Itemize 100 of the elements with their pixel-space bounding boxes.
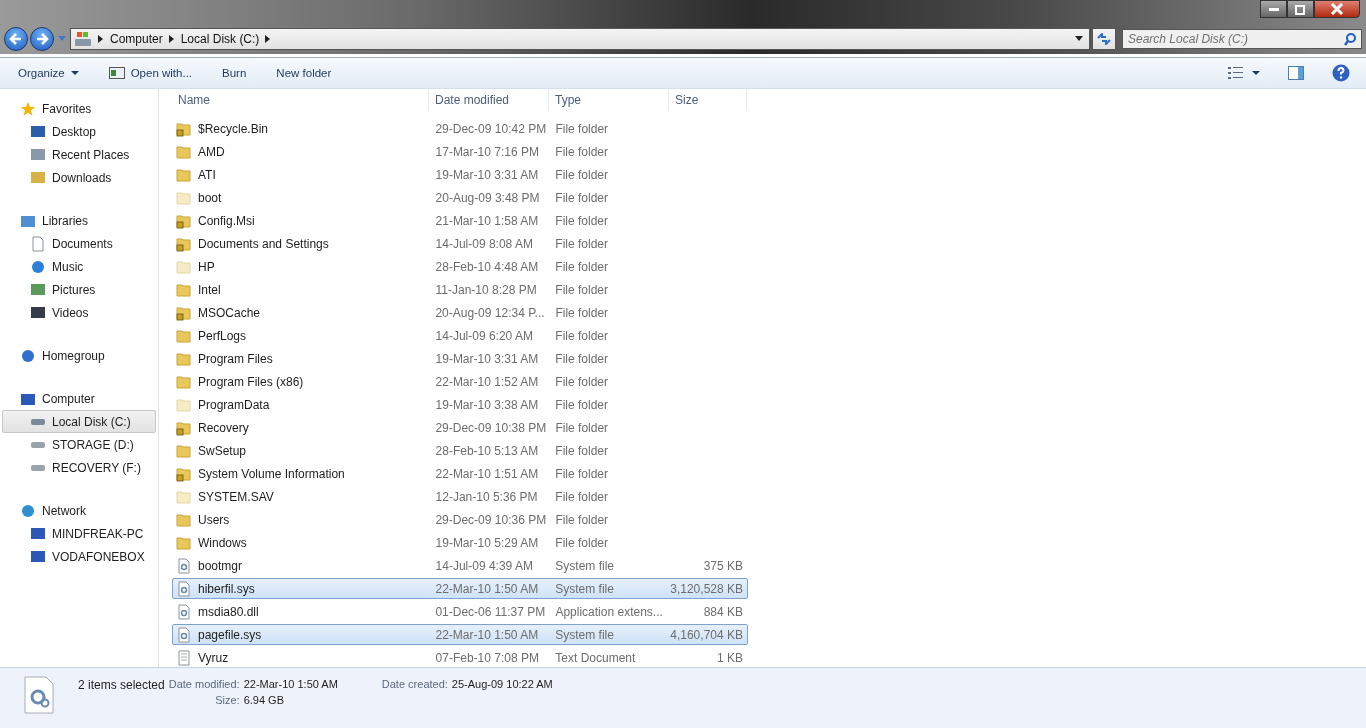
nav-item[interactable]: VODAFONEBOX: [0, 545, 158, 568]
size-cell: 375 KB: [703, 557, 743, 574]
drive-icon: [74, 31, 92, 47]
file-name: ATI: [198, 166, 216, 183]
toolbar-button[interactable]: Burn: [214, 63, 255, 83]
file-row[interactable]: hiberfil.sys 22-Mar-10 1:50 AM System file 3,120,528 KB: [172, 578, 748, 599]
nav-item[interactable]: Libraries: [0, 209, 158, 232]
file-row[interactable]: boot 20-Aug-09 3:48 PM File folder: [172, 187, 748, 208]
column-header[interactable]: Date modified: [429, 89, 549, 111]
type-cell-text: File folder: [554, 350, 609, 367]
file-row[interactable]: pagefile.sys 22-Mar-10 1:50 AM System file 4,160,704 KB: [172, 624, 748, 645]
file-row[interactable]: Program Files (x86) 22-Mar-10 1:52 AM File folder: [172, 371, 748, 392]
nav-item[interactable]: Videos: [0, 301, 158, 324]
file-row[interactable]: SwSetup 28-Feb-10 5:13 AM File folder: [172, 440, 748, 461]
dropdown-caret-icon[interactable]: [1075, 36, 1083, 42]
date-cell-text: 22-Mar-10 1:52 AM: [434, 373, 540, 390]
toolbar-button[interactable]: Open with...: [100, 63, 201, 83]
nav-item[interactable]: STORAGE (D:): [0, 433, 158, 456]
nav-item[interactable]: Pictures: [0, 278, 158, 301]
breadcrumb[interactable]: Local Disk (C:): [180, 32, 260, 46]
file-name: SwSetup: [198, 442, 247, 459]
file-row[interactable]: bootmgr 14-Jul-09 4:39 AM System file 375 KB: [172, 555, 748, 576]
folder-icon: [176, 304, 192, 321]
nav-item[interactable]: MINDFREAK-PC: [0, 522, 158, 545]
close-icon: [1330, 3, 1344, 15]
nav-item[interactable]: RECOVERY (F:): [0, 456, 158, 479]
nav-icon: [30, 548, 46, 565]
nav-item[interactable]: Computer: [0, 387, 158, 410]
folder-icon: [176, 396, 192, 413]
nav-item[interactable]: Recent Places: [0, 143, 158, 166]
restore-button[interactable]: [1287, 0, 1314, 18]
close-button[interactable]: [1314, 0, 1360, 18]
type-cell-text: File folder: [554, 488, 609, 505]
file-row[interactable]: ATI 19-Mar-10 3:31 AM File folder: [172, 164, 748, 185]
file-row[interactable]: Vyruz 07-Feb-10 7:08 PM Text Document 1 KB: [172, 647, 748, 668]
gear-file-icon: [176, 580, 192, 597]
nav-item[interactable]: Documents: [0, 232, 158, 255]
nav-item[interactable]: Downloads: [0, 166, 158, 189]
type-cell-text: File folder: [554, 189, 609, 206]
file-row[interactable]: HP 28-Feb-10 4:48 AM File folder: [172, 256, 748, 277]
nav-item[interactable]: Desktop: [0, 120, 158, 143]
column-header[interactable]: Name: [172, 89, 429, 111]
date-cell-text: 14-Jul-09 8:08 AM: [434, 235, 534, 252]
toolbar-button[interactable]: Organize: [10, 63, 87, 83]
date-cell-text: 19-Mar-10 3:31 AM: [434, 350, 540, 367]
nav-icon: [20, 347, 36, 364]
file-row[interactable]: Documents and Settings 14-Jul-09 8:08 AM File folder: [172, 233, 748, 254]
minimize-icon: [1267, 6, 1280, 12]
file-row[interactable]: System Volume Information 22-Mar-10 1:51 AM File folder: [172, 463, 748, 484]
file-row[interactable]: Recovery 29-Dec-09 10:38 PM File folder: [172, 417, 748, 438]
search-field[interactable]: Search Local Disk (C:): [1122, 29, 1362, 49]
file-name: HP: [198, 258, 215, 275]
file-row[interactable]: $Recycle.Bin 29-Dec-09 10:42 PM File folder: [172, 118, 748, 139]
nav-item[interactable]: Music: [0, 255, 158, 278]
file-name: Windows: [198, 534, 247, 551]
file-row[interactable]: Windows 19-Mar-10 5:29 AM File folder: [172, 532, 748, 553]
chevron-icon: [265, 35, 272, 43]
nav-item[interactable]: Favorites: [0, 97, 158, 120]
file-row[interactable]: Program Files 19-Mar-10 3:31 AM File folder: [172, 348, 748, 369]
file-name: Users: [198, 511, 230, 528]
forward-button[interactable]: [30, 27, 54, 51]
type-cell-text: File folder: [554, 511, 610, 528]
type-cell-text: File folder: [554, 143, 609, 160]
file-row[interactable]: Intel 11-Jan-10 8:28 PM File folder: [172, 279, 748, 300]
type-cell-text: File folder: [554, 327, 609, 344]
nav-icon: [30, 258, 46, 275]
nav-icon: [30, 304, 46, 321]
file-name: MSOCache: [198, 304, 261, 321]
toolbar-button[interactable]: New folder: [268, 63, 340, 83]
folder-icon: [176, 212, 192, 229]
refresh-button[interactable]: [1092, 28, 1116, 50]
date-cell-text: 11-Jan-10 8:28 PM: [434, 281, 538, 298]
file-row[interactable]: ProgramData 19-Mar-10 3:38 AM File folder: [172, 394, 748, 415]
file-row[interactable]: PerfLogs 14-Jul-09 6:20 AM File folder: [172, 325, 748, 346]
date-cell-text: 29-Dec-09 10:38 PM: [434, 419, 548, 436]
file-name: pagefile.sys: [198, 626, 262, 643]
date-cell-text: 07-Feb-10 7:08 PM: [434, 649, 540, 666]
nav-item[interactable]: Homegroup: [0, 344, 158, 367]
type-cell-text: File folder: [554, 465, 609, 482]
file-row[interactable]: Users 29-Dec-09 10:36 PM File folder: [172, 509, 748, 530]
file-row[interactable]: Config.Msi 21-Mar-10 1:58 AM File folder: [172, 210, 748, 231]
file-name: $Recycle.Bin: [198, 120, 269, 137]
address-bar[interactable]: Computer Local Disk (C:): [70, 28, 1090, 50]
file-row[interactable]: MSOCache 20-Aug-09 12:34 P... File folder: [172, 302, 748, 323]
nav-item[interactable]: Network: [0, 499, 158, 522]
restore-icon: [1294, 3, 1307, 15]
nav-item[interactable]: Local Disk (C:): [2, 410, 156, 433]
file-name: AMD: [198, 143, 225, 160]
file-row[interactable]: msdia80.dll 01-Dec-06 11:37 PM Application extens... 884 KB: [172, 601, 748, 622]
back-button[interactable]: [4, 27, 28, 51]
breadcrumb[interactable]: Computer: [110, 32, 163, 46]
nav-icon: [20, 502, 36, 519]
column-header[interactable]: Type: [549, 89, 669, 111]
type-cell-text: File folder: [554, 235, 609, 252]
file-name: hiberfil.sys: [198, 580, 255, 597]
column-header[interactable]: Size: [669, 89, 747, 111]
minimize-button[interactable]: [1260, 0, 1287, 18]
file-name: Config.Msi: [198, 212, 255, 229]
file-row[interactable]: SYSTEM.SAV 12-Jan-10 5:36 PM File folder: [172, 486, 748, 507]
file-row[interactable]: AMD 17-Mar-10 7:16 PM File folder: [172, 141, 748, 162]
